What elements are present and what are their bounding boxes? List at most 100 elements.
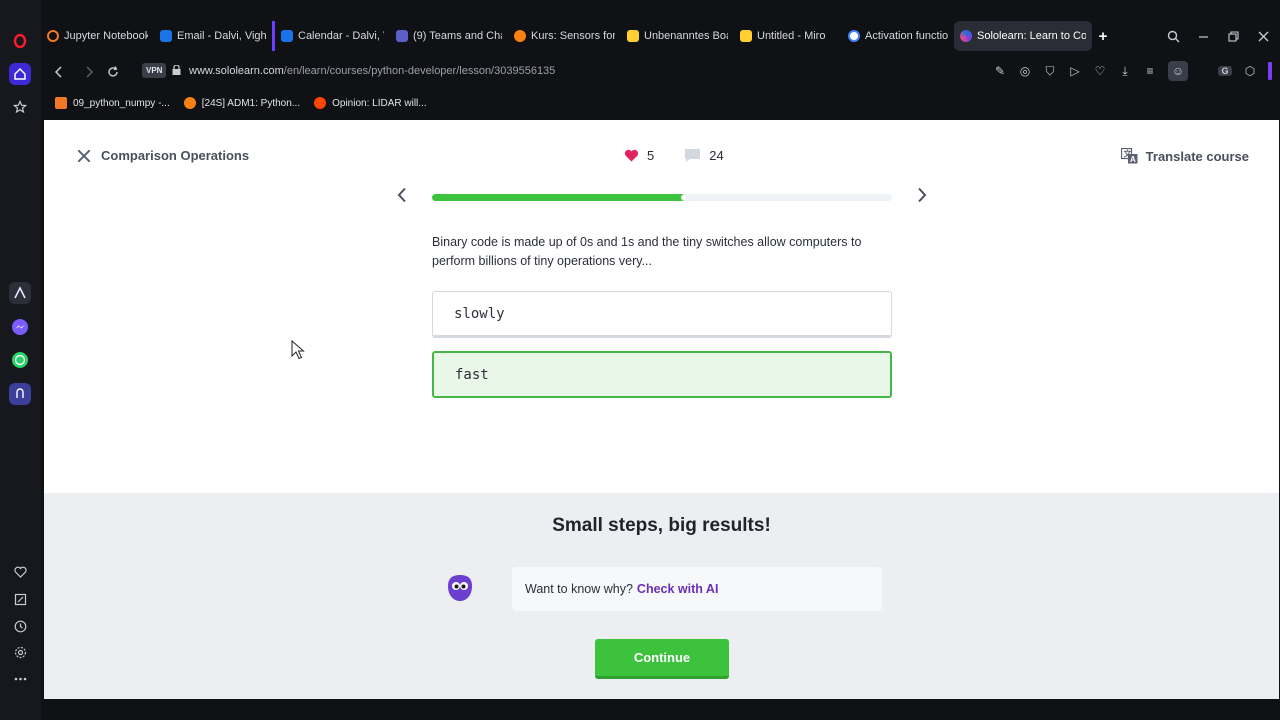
profile-icon[interactable]: ☺	[1168, 61, 1188, 81]
opera-logo-icon[interactable]	[9, 30, 31, 52]
feedback-title: Small steps, big results!	[552, 515, 771, 536]
tab-label: Kurs: Sensors for En	[531, 30, 615, 42]
home-icon[interactable]	[9, 63, 31, 85]
play-icon[interactable]: ▷	[1068, 64, 1082, 78]
option-label: slowly	[454, 305, 505, 322]
toolbar-right: ✎ ◎ ⛉ ▷ ♡ ⤓ ≡ ☺ G ⬡	[993, 61, 1272, 81]
messenger-icon[interactable]	[9, 316, 31, 338]
bookmark-label: Opinion: LIDAR will...	[332, 97, 427, 109]
bookmark-item[interactable]: Opinion: LIDAR will...	[314, 97, 427, 109]
heart-icon[interactable]	[9, 561, 31, 583]
tab-label: Email - Dalvi, Vighn	[177, 30, 266, 42]
tab-label: Jupyter Notebook	[64, 30, 148, 42]
miro-icon	[740, 30, 752, 42]
url-host: www.sololearn.com	[189, 65, 284, 77]
tab-search-icon[interactable]	[1167, 20, 1180, 52]
bookmark-item[interactable]: [24S] ADM1: Python...	[183, 97, 301, 109]
minimize-icon[interactable]	[1198, 20, 1209, 52]
next-step-icon[interactable]	[915, 186, 929, 208]
edit-icon[interactable]: ✎	[993, 64, 1007, 78]
heart-outline-icon[interactable]: ♡	[1093, 64, 1107, 78]
reddit-icon	[314, 97, 327, 109]
tab-label: Sololearn: Learn to Code	[977, 30, 1086, 42]
ai-explanation-box: Want to know why? Check with AI	[512, 567, 882, 611]
sidebar-toggle-icon[interactable]	[1268, 62, 1272, 80]
extensions-cube-icon[interactable]: ⬡	[1243, 64, 1257, 78]
url-field[interactable]: www.sololearn.com/en/learn/courses/pytho…	[189, 65, 555, 77]
tab-label: Calendar - Dalvi, Vi	[298, 30, 384, 42]
ai-mascot-icon	[448, 575, 472, 601]
tab-email[interactable]: Email - Dalvi, Vighn	[154, 21, 272, 51]
tab-jupyter[interactable]: Jupyter Notebook	[41, 21, 154, 51]
heart-icon	[624, 149, 639, 162]
option-label: fast	[455, 366, 489, 383]
reload-icon[interactable]	[102, 61, 124, 83]
tab-activation[interactable]: Activation functions	[842, 21, 954, 51]
grammarly-icon[interactable]: G	[1218, 66, 1232, 76]
ai-prompt-text: Want to know why?	[525, 582, 633, 596]
bookmark-item[interactable]: 09_python_numpy -...	[55, 97, 170, 109]
outlook-icon	[160, 30, 172, 42]
history-clock-icon[interactable]	[9, 615, 31, 637]
translate-course-button[interactable]: 文A Translate course	[1120, 148, 1249, 164]
comments-count[interactable]: 24	[709, 148, 723, 163]
sololearn-page: Comparison Operations 5 24 文A Translate …	[44, 120, 1279, 699]
moodle-icon	[183, 97, 196, 109]
vpn-badge[interactable]: VPN	[142, 63, 167, 78]
teams-icon	[396, 30, 408, 42]
miro-icon	[627, 30, 639, 42]
tab-label: Untitled - Miro	[757, 30, 826, 42]
tab-label: (9) Teams and Chan	[413, 30, 502, 42]
continue-button[interactable]: Continue	[595, 639, 729, 679]
jupyter-icon	[47, 30, 59, 42]
svg-text:A: A	[1130, 155, 1136, 164]
check-with-ai-link[interactable]: Check with AI	[637, 582, 719, 596]
whatsapp-icon[interactable]	[9, 349, 31, 371]
close-icon[interactable]	[77, 149, 91, 163]
answer-option-slowly[interactable]: slowly	[432, 291, 892, 338]
restore-icon[interactable]	[1228, 20, 1239, 52]
tab-miro-board[interactable]: Unbenanntes Board	[621, 21, 734, 51]
menu-icon[interactable]: ≡	[1143, 64, 1157, 78]
tab-sololearn[interactable]: Sololearn: Learn to Code	[954, 21, 1092, 51]
settings-gear-icon[interactable]	[9, 641, 31, 663]
browser-sidebar	[0, 0, 41, 720]
tab-miro-untitled[interactable]: Untitled - Miro	[734, 21, 842, 51]
bookmarks-bar: 09_python_numpy -... [24S] ADM1: Python.…	[41, 93, 427, 113]
question-text: Binary code is made up of 0s and 1s and …	[432, 235, 862, 268]
lesson-stats: 5 24	[624, 148, 724, 163]
prev-step-icon[interactable]	[395, 186, 409, 208]
shield-icon[interactable]: ⛉	[1043, 64, 1057, 79]
camera-icon[interactable]: ◎	[1018, 64, 1032, 78]
tab-teams[interactable]: (9) Teams and Chan	[390, 21, 508, 51]
lesson-progress-fill	[432, 194, 686, 201]
pinboard-icon[interactable]	[9, 588, 31, 610]
back-icon[interactable]	[47, 61, 69, 83]
notebook-icon	[55, 97, 67, 109]
new-tab-plus-icon[interactable]: +	[1092, 21, 1114, 51]
aria-icon[interactable]	[9, 282, 31, 304]
calendar-icon	[281, 30, 293, 42]
lock-icon[interactable]	[172, 65, 181, 75]
more-icon[interactable]	[9, 668, 31, 690]
star-icon[interactable]	[9, 96, 31, 118]
bookmark-label: [24S] ADM1: Python...	[201, 97, 301, 109]
music-player-icon[interactable]	[9, 383, 31, 405]
tab-moodle[interactable]: Kurs: Sensors for En	[508, 21, 621, 51]
tab-label: Unbenanntes Board	[644, 30, 728, 42]
tab-calendar[interactable]: Calendar - Dalvi, Vi	[272, 21, 390, 51]
download-icon[interactable]: ⤓	[1118, 64, 1132, 79]
forward-icon[interactable]	[78, 61, 100, 83]
bookmark-label: 09_python_numpy -...	[73, 97, 170, 109]
translate-label: Translate course	[1145, 148, 1249, 164]
address-bar: VPN www.sololearn.com/en/learn/courses/p…	[41, 58, 1280, 86]
translate-icon: 文A	[1120, 148, 1138, 164]
lesson-title: Comparison Operations	[101, 148, 250, 163]
lesson-header-close[interactable]: Comparison Operations	[77, 148, 249, 163]
answer-option-fast-correct[interactable]: fast	[432, 351, 892, 398]
close-window-icon[interactable]	[1258, 20, 1269, 52]
comment-icon[interactable]	[684, 148, 701, 163]
tab-strip: Jupyter Notebook Email - Dalvi, Vighn Ca…	[41, 20, 1280, 52]
url-path: /en/learn/courses/python-developer/lesso…	[283, 65, 556, 77]
mouse-cursor-icon	[291, 340, 305, 360]
